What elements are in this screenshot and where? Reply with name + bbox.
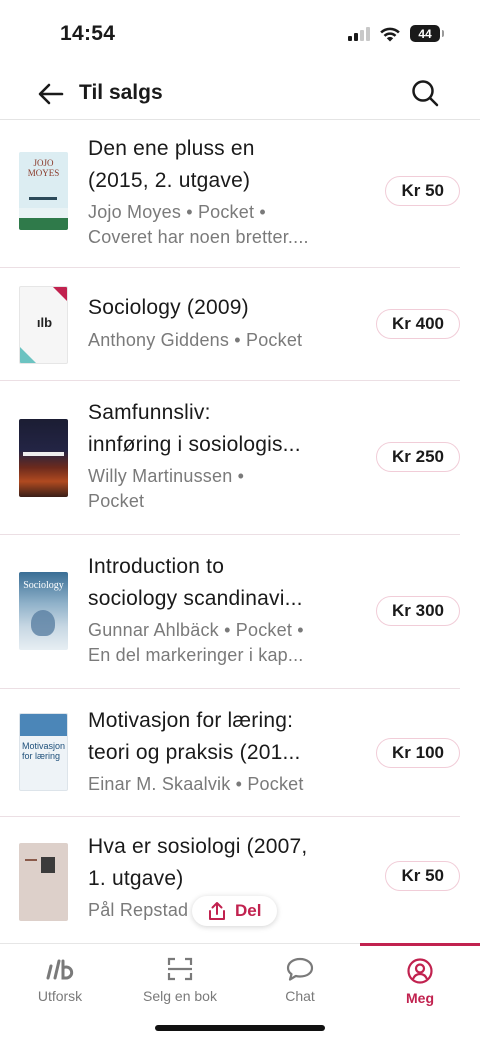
list-item[interactable]: Samfunnsliv: innføring i sosiologis... W… (0, 381, 460, 535)
book-cover: Motivasjon for læring (19, 713, 68, 791)
share-label: Del (235, 901, 262, 920)
cover-title-text: Motivasjon for læring (22, 741, 66, 761)
status-bar: 14:54 44 (0, 0, 480, 66)
price-badge: Kr 250 (376, 442, 460, 472)
list-item[interactable]: JOJO MOYES Den ene pluss en (2015, 2. ut… (0, 121, 460, 268)
battery-icon: 44 (410, 25, 444, 42)
tab-chat[interactable]: Chat (240, 944, 360, 1014)
item-info: Den ene pluss en (2015, 2. utgave) Jojo … (88, 133, 348, 250)
search-button[interactable] (410, 78, 440, 108)
share-icon (209, 902, 225, 920)
item-title-line2: (2015, 2. utgave) (88, 169, 251, 192)
item-meta: Anthony Giddens • Pocket (88, 330, 303, 350)
status-time: 14:54 (60, 22, 116, 45)
tab-label: Selg en bok (143, 988, 217, 1004)
status-icons: 44 (348, 25, 444, 42)
book-cover: Sociology (19, 572, 68, 650)
logo-icon (45, 956, 75, 982)
book-cover: JOJO MOYES (19, 152, 68, 230)
price-badge: Kr 50 (385, 176, 460, 206)
item-title-line2: 1. utgave) (88, 867, 184, 890)
tab-label: Utforsk (37, 988, 83, 1004)
bottom-tab-bar: Utforsk Selg en bok Chat Meg (0, 943, 480, 1041)
tab-meg[interactable]: Meg (360, 943, 480, 1013)
item-note: En del markeringer i kap... (88, 645, 304, 665)
item-title: Hva er sosiologi (2007, (88, 835, 308, 858)
price-badge: Kr 400 (376, 309, 460, 339)
list-item[interactable]: Sociology Introduction to sociology scan… (0, 535, 460, 689)
book-cover: ılb (19, 286, 68, 364)
tab-utforsk[interactable]: Utforsk (0, 944, 120, 1014)
wifi-icon (380, 27, 400, 41)
item-info: Sociology (2009) Anthony Giddens • Pocke… (88, 292, 348, 353)
home-indicator[interactable] (155, 1025, 325, 1031)
item-meta: Jojo Moyes • Pocket • (88, 202, 266, 222)
item-meta-line2: Pocket (88, 491, 145, 511)
item-info: Introduction to sociology scandinavi... … (88, 551, 348, 668)
search-icon (412, 80, 439, 107)
tab-selg-en-bok[interactable]: Selg en bok (120, 944, 240, 1014)
back-button[interactable] (38, 80, 68, 108)
page-title: Til salgs (79, 81, 163, 104)
price-badge: Kr 300 (376, 596, 460, 626)
scan-icon (167, 956, 193, 982)
profile-icon (407, 958, 433, 984)
arrow-left-icon (38, 83, 64, 105)
item-info: Samfunnsliv: innføring i sosiologis... W… (88, 397, 348, 514)
tab-label: Chat (285, 988, 315, 1004)
item-meta: Gunnar Ahlbäck • Pocket • (88, 620, 304, 640)
item-meta: Willy Martinussen • (88, 466, 245, 486)
cover-logo-text: ılb (36, 315, 53, 330)
item-info: Motivasjon for læring: teori og praksis … (88, 705, 348, 797)
item-title-line2: innføring i sosiologis... (88, 433, 301, 456)
share-button[interactable]: Del (192, 896, 278, 926)
price-badge: Kr 50 (385, 861, 460, 891)
list-item[interactable]: Motivasjon for læring Motivasjon for lær… (0, 689, 460, 817)
item-title: Samfunnsliv: (88, 401, 211, 424)
book-cover (19, 843, 68, 921)
tab-label: Meg (406, 990, 434, 1006)
price-badge: Kr 100 (376, 738, 460, 768)
book-cover (19, 419, 68, 497)
item-title: Introduction to (88, 555, 225, 578)
list-item[interactable]: ılb Sociology (2009) Anthony Giddens • P… (0, 268, 460, 381)
cover-title-text: Sociology (23, 580, 64, 591)
app-header: Til salgs (0, 66, 480, 120)
cellular-signal-icon (348, 26, 370, 41)
item-title: Den ene pluss en (88, 137, 255, 160)
listing-list: JOJO MOYES Den ene pluss en (2015, 2. ut… (0, 121, 480, 945)
item-title: Sociology (2009) (88, 296, 249, 319)
chat-icon (286, 956, 314, 982)
item-title: Motivasjon for læring: (88, 709, 294, 732)
item-title-line2: teori og praksis (201... (88, 741, 301, 764)
item-title-line2: sociology scandinavi... (88, 587, 303, 610)
item-note: Coveret har noen bretter.... (88, 227, 309, 247)
item-meta: Einar M. Skaalvik • Pocket (88, 774, 304, 794)
